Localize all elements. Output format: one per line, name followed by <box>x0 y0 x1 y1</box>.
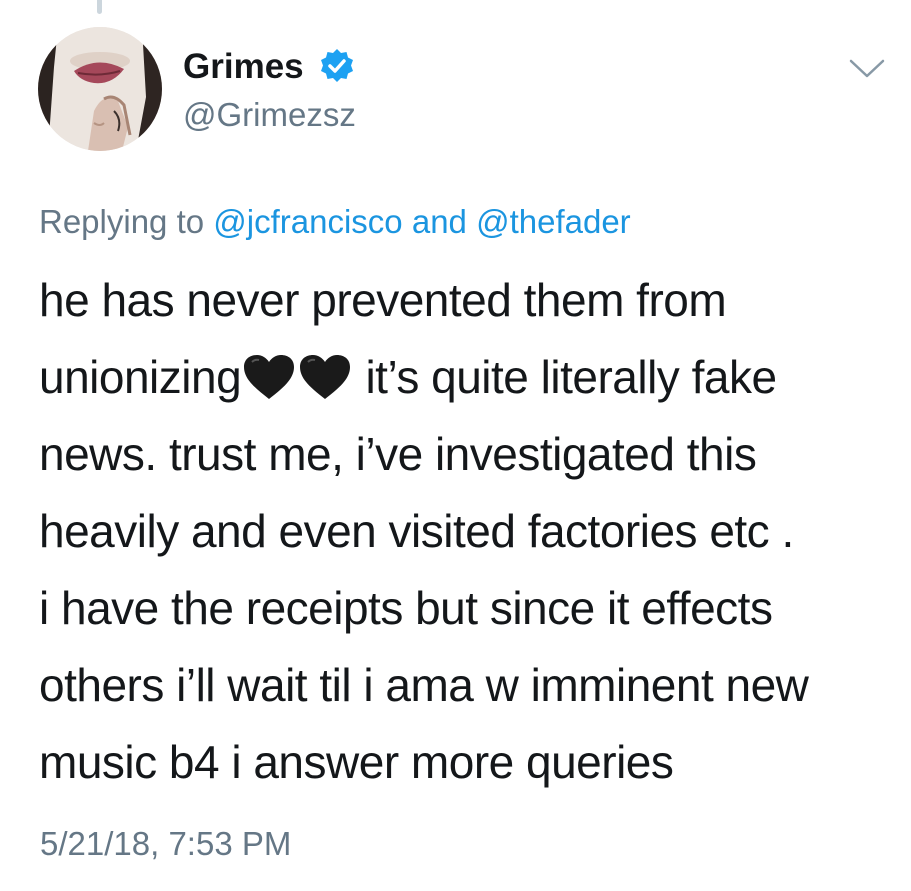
tweet-text-line: i have the receipts but since it effects <box>39 582 773 634</box>
avatar[interactable] <box>38 27 162 151</box>
reply-prefix: Replying to <box>39 203 205 240</box>
author-display-name[interactable]: Grimes <box>183 47 304 87</box>
author-handle[interactable]: @Grimezsz <box>183 96 356 134</box>
chevron-down-icon[interactable] <box>848 56 886 82</box>
mention-link-jcfrancisco[interactable]: @jcfrancisco <box>213 203 402 240</box>
tweet-text-segment: it’s quite literally fake <box>365 351 777 403</box>
tweet-text-line: heavily and even visited factories etc . <box>39 505 794 557</box>
tweet-text-line: others i’ll wait til i ama w imminent ne… <box>39 659 809 711</box>
reply-joiner[interactable]: and <box>412 203 467 240</box>
verified-badge-icon <box>321 49 353 82</box>
reply-context: Replying to @jcfrancisco and @thefader <box>39 203 631 241</box>
tweet-text-line: he has never prevented them from <box>39 274 727 326</box>
mention-link-thefader[interactable]: @thefader <box>476 203 631 240</box>
tweet-body: he has never prevented them from unioniz… <box>39 262 899 801</box>
black-heart-icon <box>244 355 295 399</box>
tweet-text-line: unionizing it’s quite literally fake <box>39 339 899 416</box>
tweet-text-segment: unionizing <box>39 351 242 403</box>
black-heart-icon <box>300 355 351 399</box>
profile-photo-icon <box>38 27 162 151</box>
tweet-timestamp[interactable]: 5/21/18, 7:53 PM <box>40 825 291 863</box>
tweet-text-line: news. trust me, i’ve investigated this <box>39 428 757 480</box>
thread-connector-line <box>97 0 102 14</box>
tweet-view: Grimes @Grimezsz Replying to @jcfrancisc… <box>0 0 911 891</box>
tweet-text-line: music b4 i answer more queries <box>39 736 674 788</box>
